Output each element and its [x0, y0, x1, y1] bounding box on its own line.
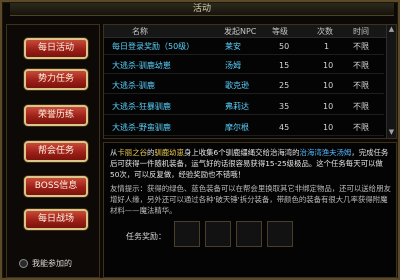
column-npc: 发起NPC	[224, 27, 257, 36]
row-name: 大逃杀-驯鹿幼崽	[112, 61, 171, 70]
row-npc: 汤姆	[225, 61, 241, 70]
row-time: 不限	[353, 81, 369, 90]
row-npc: 歌克逊	[225, 81, 249, 90]
row-count: 10	[323, 81, 334, 90]
row-level: 45	[279, 123, 290, 132]
row-count: 10	[323, 123, 334, 132]
task-description: 从卡丽之谷的驯鹿幼崽身上收集6个驯鹿缰绳交给治海湾的治海湾渔夫汤姆，完成任务后可…	[110, 147, 392, 180]
sidebar-item-faction-task[interactable]: 势力任务	[24, 69, 88, 90]
activity-description-panel: 从卡丽之谷的驯鹿幼崽身上收集6个驯鹿缰绳交给治海湾的治海湾渔夫汤姆，完成任务后可…	[103, 142, 397, 278]
row-time: 不限	[353, 102, 369, 111]
table-row[interactable]: 大逃杀-驯鹿 歌克逊 25 10 不限	[104, 78, 384, 94]
reward-slot[interactable]	[174, 221, 200, 247]
row-name: 大逃杀-野蛮驯鹿	[112, 123, 171, 132]
scroll-up-icon[interactable]: ▲	[387, 25, 396, 34]
sidebar-item-daily-battlefield[interactable]: 每日战场	[24, 209, 88, 230]
row-count: 1	[324, 42, 330, 51]
row-npc: 弗莉达	[225, 102, 249, 111]
scroll-down-icon[interactable]: ▼	[387, 128, 396, 137]
desc-npc: 治海湾渔夫汤姆	[299, 148, 352, 157]
table-scrollbar[interactable]: ▲ ▼	[386, 25, 396, 138]
sidebar-item-boss-info[interactable]: BOSS信息	[24, 176, 88, 197]
checkbox-icon[interactable]	[19, 259, 28, 268]
column-count: 次数	[317, 27, 333, 36]
table-row[interactable]: 大逃杀-狂暴驯鹿 弗莉达 35 10 不限	[104, 99, 384, 115]
sidebar-item-honor-trial[interactable]: 荣誉历练	[24, 105, 88, 126]
reward-slot[interactable]	[236, 221, 262, 247]
table-header: 名称 发起NPC 等级 次数 时间	[104, 25, 396, 38]
row-time: 不限	[353, 123, 369, 132]
row-level: 15	[279, 61, 290, 70]
row-level: 50	[279, 42, 290, 51]
window-title: 活动	[192, 4, 211, 14]
column-name: 名称	[132, 27, 148, 36]
title-bar: 活动	[10, 3, 394, 16]
sidebar-item-guild-task[interactable]: 帮会任务	[24, 141, 88, 162]
column-time: 时间	[353, 27, 369, 36]
row-level: 35	[279, 102, 290, 111]
desc-text: 身上收集6个驯鹿缰绳交给治海湾的	[183, 148, 300, 157]
sidebar-item-daily-activity[interactable]: 每日活动	[24, 38, 88, 59]
row-name: 大逃杀-狂暴驯鹿	[112, 102, 171, 111]
reward-slot[interactable]	[205, 221, 231, 247]
table-row[interactable]: 大逃杀-驯鹿幼崽 汤姆 15 10 不限	[104, 58, 384, 74]
row-name: 每日登录奖励（50级）	[112, 42, 195, 51]
desc-target: 驯鹿幼崽	[154, 148, 184, 157]
reward-slot[interactable]	[267, 221, 293, 247]
tip-description: 友情提示：获得的绿色、蓝色装备可以在帮会里换取其它非绑定物品，还可以送给朋友增好…	[110, 184, 391, 215]
activity-table: 名称 发起NPC 等级 次数 时间 每日登录奖励（50级） 莱安 50 1 不限…	[103, 24, 397, 139]
row-level: 25	[279, 81, 290, 90]
desc-location: 卡丽之谷	[117, 148, 147, 157]
row-time: 不限	[353, 61, 369, 70]
row-count: 10	[323, 61, 334, 70]
activity-window: 活动 每日活动 势力任务 荣誉历练 帮会任务 BOSS信息 每日战场 我能参加的…	[0, 0, 400, 280]
row-npc: 莱安	[225, 42, 241, 51]
table-row[interactable]: 每日登录奖励（50级） 莱安 50 1 不限	[104, 39, 384, 55]
table-row[interactable]: 大逃杀-野蛮驯鹿 摩尔根 45 10 不限	[104, 120, 384, 136]
row-name: 大逃杀-驯鹿	[112, 81, 155, 90]
column-level: 等级	[272, 27, 288, 36]
reward-label: 任务奖励：	[126, 232, 166, 241]
checkbox-label: 我能参加的	[32, 259, 72, 268]
row-time: 不限	[353, 42, 369, 51]
row-npc: 摩尔根	[225, 123, 249, 132]
row-count: 10	[323, 102, 334, 111]
activity-sidebar: 每日活动 势力任务 荣誉历练 帮会任务 BOSS信息 每日战场 我能参加的	[6, 24, 100, 278]
